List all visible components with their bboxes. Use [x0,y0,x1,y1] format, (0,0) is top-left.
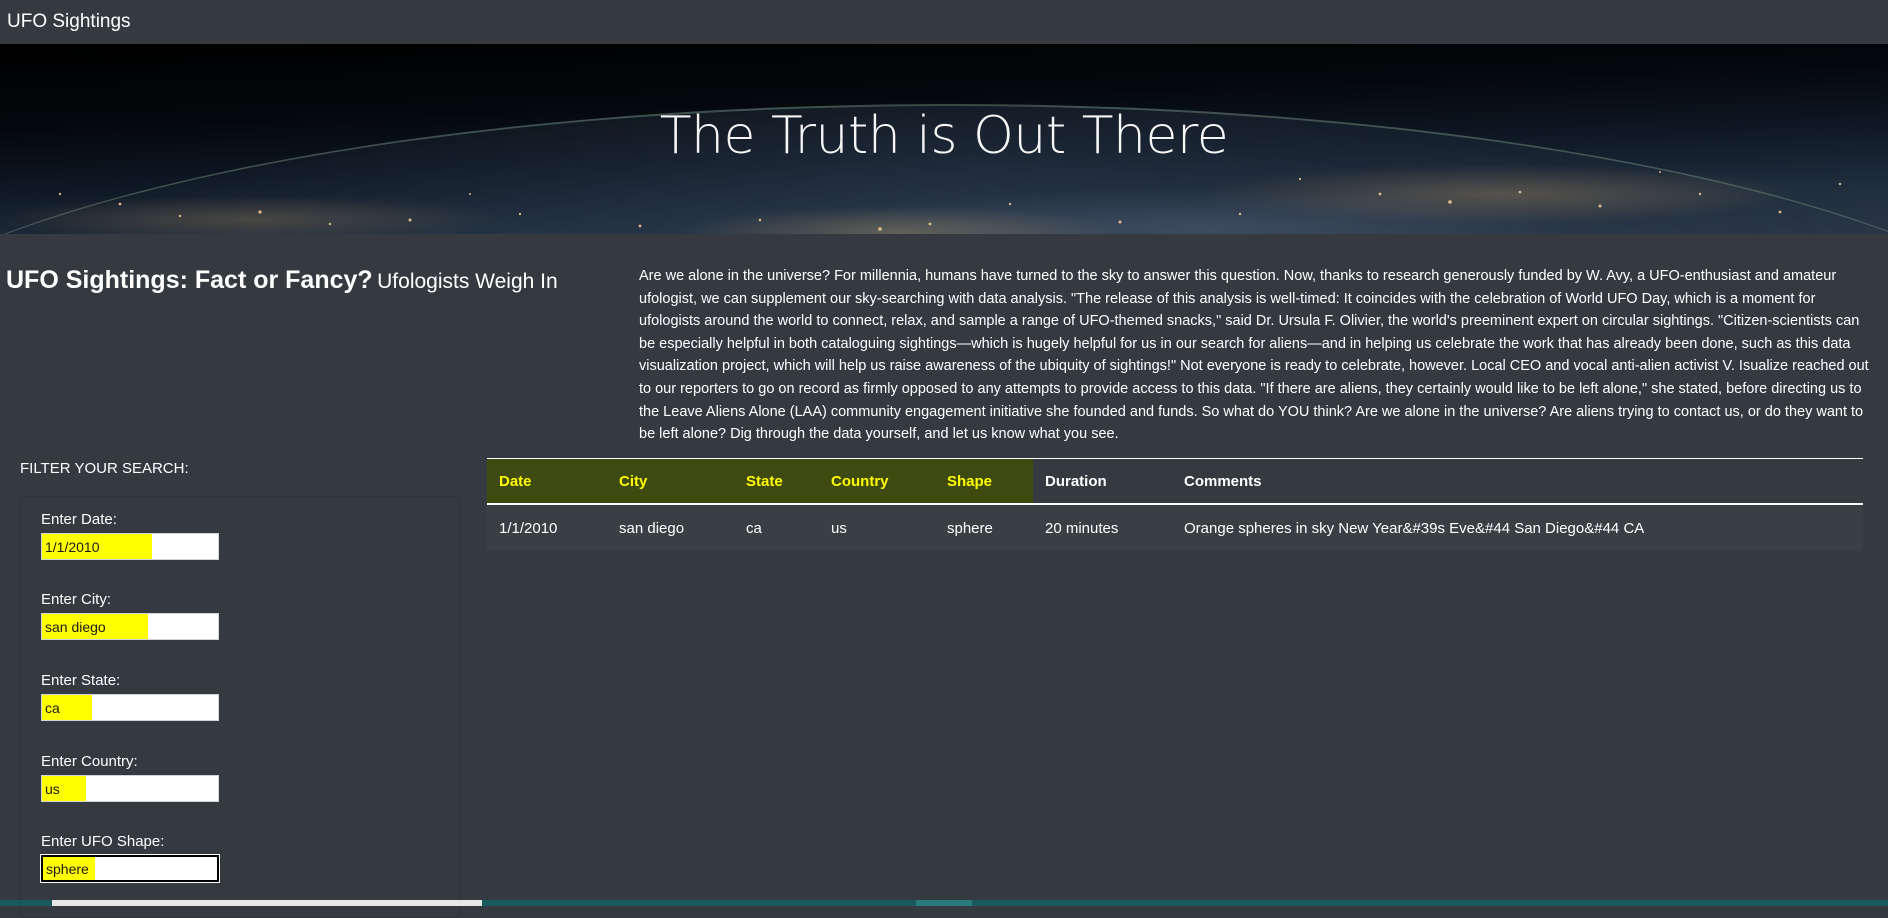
horizontal-scrollbar[interactable] [52,900,482,906]
column-header-comments: Comments [1184,472,1262,490]
filter-label-shape: Enter UFO Shape: [41,833,165,850]
column-header-country: Country [819,458,935,504]
table-row: 1/1/2010 san diego ca us sphere 20 minut… [487,504,1863,551]
column-header-duration: Duration [1045,472,1107,490]
filter-label-city: Enter City: [41,591,112,608]
table-header-row: Date City State Country Shape Duration C… [487,458,1863,504]
hero-title: The Truth is Out There [659,106,1229,166]
cell-comments: Orange spheres in sky New Year&#39s Eve&… [1172,504,1863,551]
column-header-date: Date [487,458,607,504]
column-header-city: City [607,458,734,504]
city-input[interactable] [41,613,219,640]
results-table-wrap: Date City State Country Shape Duration C… [487,458,1863,551]
cell-state: ca [734,504,819,551]
filter-label-date: Enter Date: [41,511,117,528]
column-header-state: State [734,458,819,504]
navbar: UFO Sightings [0,0,1888,44]
state-input[interactable] [41,694,219,721]
filter-city: Enter City: [41,591,219,640]
page-subtitle: Ufologists Weigh In [377,270,558,293]
intro-heading: UFO Sightings: Fact or Fancy? Ufologists… [6,266,606,295]
cell-shape: sphere [935,504,1033,551]
cell-duration: 20 minutes [1033,504,1172,551]
date-input[interactable] [41,533,219,560]
brand-link[interactable]: UFO Sightings [7,11,131,33]
article-text: Are we alone in the universe? For millen… [639,268,1869,443]
filter-state: Enter State: [41,672,219,721]
filter-label-state: Enter State: [41,672,121,689]
cell-date: 1/1/2010 [487,504,607,551]
hero-banner: The Truth is Out There [0,44,1888,234]
page-title: UFO Sightings: Fact or Fancy? [6,266,373,294]
filter-shape: Enter UFO Shape: [40,833,220,883]
column-header-shape: Shape [935,458,1033,504]
cell-city: san diego [607,504,734,551]
shape-input[interactable] [40,854,220,883]
filter-label-country: Enter Country: [41,753,138,770]
taskbar-item[interactable] [916,900,972,906]
filter-date: Enter Date: [41,511,219,560]
filter-title: FILTER YOUR SEARCH: [20,460,189,477]
country-input[interactable] [41,775,219,802]
filter-country: Enter Country: [41,753,219,802]
filter-panel: Enter Date: Enter City: Enter State: Ent… [20,496,460,918]
ufo-table: Date City State Country Shape Duration C… [487,458,1863,551]
cell-country: us [819,504,935,551]
